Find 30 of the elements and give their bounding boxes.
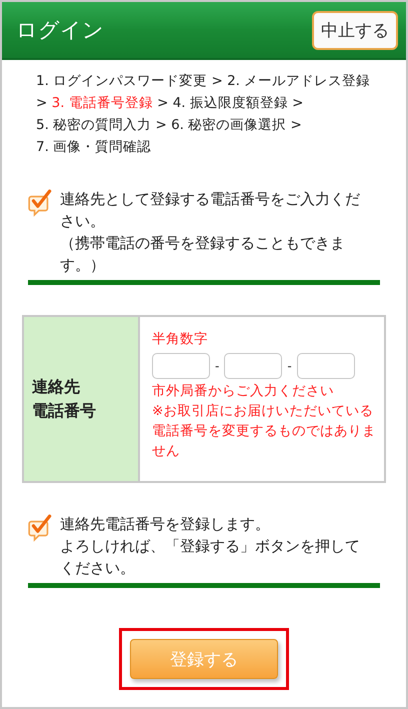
format-hint: 半角数字: [152, 330, 208, 349]
step-label: 5. 秘密の質問入力: [36, 117, 152, 133]
step-label: 1. ログインパスワード変更: [36, 73, 208, 89]
step-label: 2. メールアドレス登録: [227, 73, 370, 89]
notice-text: 連絡先として登録する電話番号をご入力ください。: [60, 189, 361, 232]
step-separator: >: [36, 95, 48, 111]
notice-text: （携帯電話の番号を登録することもできます。）: [60, 233, 346, 276]
field-separator: -: [287, 359, 292, 373]
step-label: 3. 電話番号登録: [52, 95, 153, 111]
step-label: 7. 画像・質問確認: [36, 139, 152, 155]
notice-text: 連絡先電話番号を登録します。: [60, 514, 271, 535]
cancel-button[interactable]: 中止する: [312, 10, 398, 50]
note-text: ※お取引店にお届けいただいている電話番号を変更するものではありません: [152, 402, 376, 461]
step-separator: >: [157, 95, 168, 111]
step-separator: >: [290, 117, 302, 133]
field-separator: -: [215, 359, 220, 373]
step-label: 6. 秘密の画像選択: [171, 117, 286, 133]
note-text: 市外局番からご入力ください: [152, 382, 335, 401]
notice-text: よろしければ、「登録する」ボタンを押してください。: [60, 536, 361, 579]
step-separator: >: [292, 95, 304, 111]
step-separator: >: [155, 117, 167, 133]
phone-input[interactable]: [224, 353, 282, 379]
phone-input[interactable]: [296, 353, 355, 379]
step-separator: >: [211, 73, 223, 89]
phone-input[interactable]: [152, 353, 210, 379]
page-title: ログイン: [16, 17, 104, 44]
step-label: 4. 振込限度額登録: [172, 95, 288, 111]
field-label: 連絡先 電話番号: [32, 376, 96, 422]
check-bubble-icon: [28, 514, 54, 542]
check-bubble-icon: [28, 189, 54, 217]
